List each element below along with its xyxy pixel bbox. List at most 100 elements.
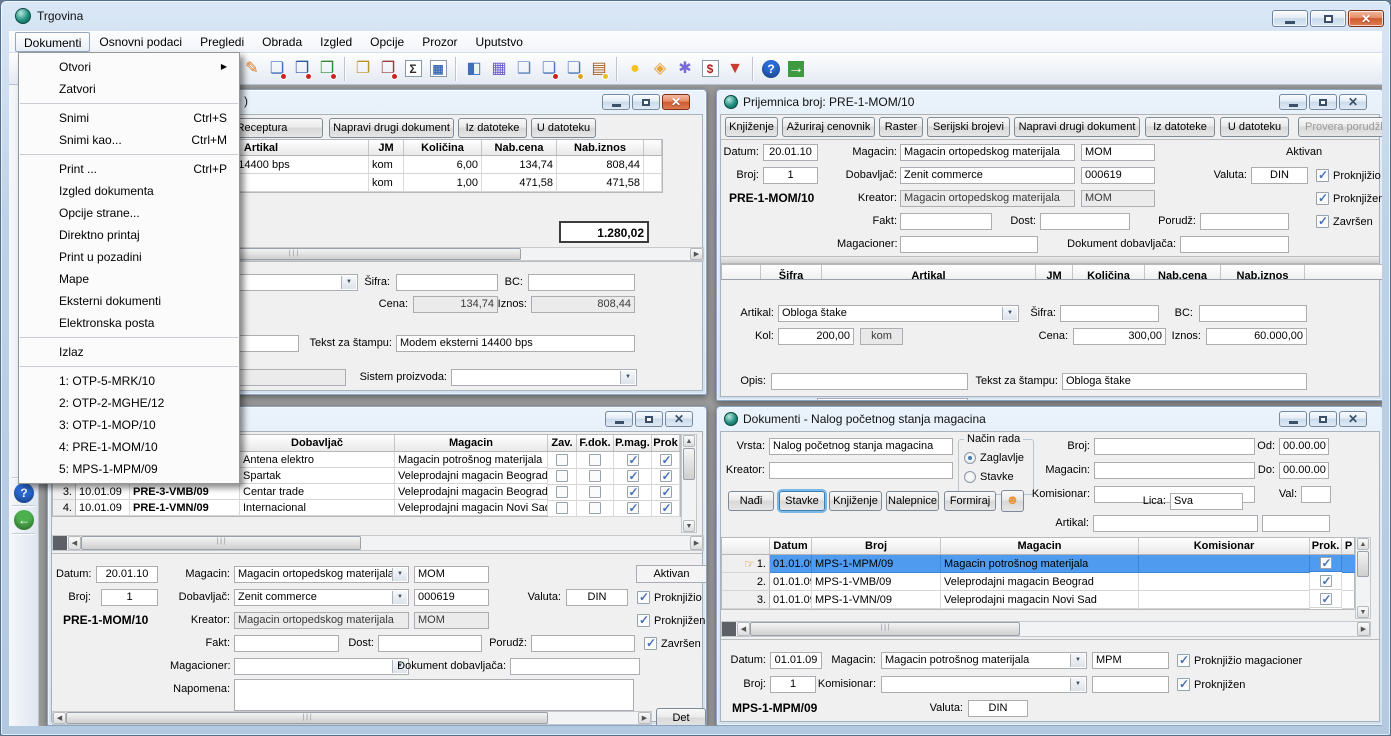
- copy-document-icon[interactable]: ❐: [351, 57, 375, 81]
- detalji-button[interactable]: Det: [656, 708, 706, 726]
- sistem-proizvoda-combo[interactable]: ▼: [451, 369, 637, 386]
- magacin-code-input[interactable]: MOM: [1081, 144, 1155, 161]
- porudz-input[interactable]: [531, 635, 635, 652]
- scroll-up-icon[interactable]: ▲: [1357, 538, 1369, 550]
- iz-datoteke-button[interactable]: Iz datoteke: [1145, 117, 1215, 137]
- dobavljac-code-input[interactable]: 000619: [414, 589, 489, 606]
- close-button[interactable]: ✕: [1339, 94, 1367, 110]
- datum-input[interactable]: 01.01.09: [770, 652, 822, 669]
- napravi-drugi-dokument-button[interactable]: Napravi drugi dokument: [329, 118, 454, 138]
- close-button[interactable]: ✕: [1348, 10, 1384, 27]
- row-checkbox[interactable]: [660, 470, 672, 482]
- magacioner-combo[interactable]: ▼: [234, 658, 409, 675]
- dost-input[interactable]: [378, 635, 482, 652]
- broj-input[interactable]: 1: [101, 589, 158, 606]
- scroll-right-icon[interactable]: ▶: [690, 536, 703, 550]
- dobavljac-input[interactable]: Zenit commerce: [900, 167, 1075, 184]
- splitter[interactable]: [721, 257, 1379, 264]
- menu-item-zatvori[interactable]: Zatvori: [19, 78, 239, 100]
- table-header[interactable]: ŠifraArtikalJMKoličinaNab.cenaNab.iznos: [722, 265, 1382, 280]
- menubar-item-uputstvo[interactable]: Uputstvo: [467, 32, 532, 52]
- magacin-input[interactable]: Magacin ortopedskog materijala: [900, 144, 1075, 161]
- scroll-up-icon[interactable]: ▲: [683, 435, 695, 447]
- kreator-input[interactable]: [769, 462, 953, 479]
- table-row[interactable]: 2.01.01.09MPS-1-VMB/09Veleprodajni magac…: [722, 573, 1354, 591]
- bc-input[interactable]: [1199, 305, 1307, 322]
- proknjizio-checkbox[interactable]: Proknjižio: [1316, 167, 1381, 184]
- row-checkbox[interactable]: [627, 502, 639, 514]
- row-checkbox[interactable]: [589, 454, 601, 466]
- artikal-combo[interactable]: Obloga štake▼: [778, 305, 1019, 322]
- menu-item-eksterni-dokumenti[interactable]: Eksterni dokumenti: [19, 290, 239, 312]
- row-checkbox[interactable]: [660, 454, 672, 466]
- u-datoteku-button[interactable]: U datoteku: [531, 118, 596, 138]
- provera-porudzbine-button[interactable]: Provera porudžbine: [1298, 117, 1382, 137]
- scroll-thumb[interactable]: [66, 712, 548, 724]
- invoice-icon[interactable]: $: [698, 57, 722, 81]
- restore-button[interactable]: [635, 411, 663, 427]
- u-datoteku-button[interactable]: U datoteku: [1220, 117, 1289, 137]
- row-checkbox[interactable]: [660, 486, 672, 498]
- tekst-za-stampu-input[interactable]: Obloga štake: [1062, 373, 1307, 390]
- gear-icon[interactable]: ✱: [673, 57, 697, 81]
- menu-item-print[interactable]: Print ...Ctrl+P: [19, 158, 239, 180]
- magacin-combo[interactable]: Magacin ortopedskog materijala▼: [234, 566, 409, 583]
- chevron-down-icon[interactable]: ▼: [392, 591, 407, 604]
- scroll-left-icon[interactable]: ◀: [68, 536, 81, 550]
- chevron-down-icon[interactable]: ▼: [1002, 307, 1017, 320]
- proknjizen-checkbox[interactable]: Proknjižen: [1316, 190, 1382, 207]
- sum-icon[interactable]: Σ: [401, 57, 425, 81]
- menu-item-5-mps-1-mpm-09[interactable]: 5: MPS-1-MPM/09: [19, 458, 239, 480]
- notebook-icon[interactable]: ▤: [587, 57, 611, 81]
- menubar-item-obrada[interactable]: Obrada: [253, 32, 311, 52]
- calendar-icon[interactable]: ▦: [426, 57, 450, 81]
- row-checkbox[interactable]: [589, 486, 601, 498]
- menu-item-print-u-pozadini[interactable]: Print u pozadini: [19, 246, 239, 268]
- val-input[interactable]: [1301, 486, 1331, 503]
- dobavljac-combo[interactable]: Zenit commerce▼: [234, 589, 409, 606]
- stavke-button[interactable]: Stavke: [779, 491, 825, 511]
- menubar-item-prozor[interactable]: Prozor: [413, 32, 466, 52]
- proknjizen-checkbox[interactable]: Proknjižen: [637, 612, 705, 629]
- lica-input[interactable]: Sva: [1170, 493, 1243, 510]
- row-checkbox[interactable]: [1320, 557, 1332, 569]
- help-icon[interactable]: ?: [759, 57, 783, 81]
- window-export-icon[interactable]: ❏: [537, 57, 561, 81]
- chevron-down-icon[interactable]: ▼: [1070, 654, 1085, 667]
- nalepnice-button[interactable]: Nalepnice: [886, 491, 939, 511]
- kol-input[interactable]: 200,00: [778, 328, 854, 345]
- row-checkbox[interactable]: [1320, 593, 1332, 605]
- artikal-input[interactable]: [1093, 515, 1258, 532]
- row-checkbox[interactable]: [627, 470, 639, 482]
- table-row[interactable]: 3.10.01.09PRE-3-VMB/09Centar tradeVelepr…: [53, 484, 680, 500]
- scroll-right-icon[interactable]: ▶: [1357, 622, 1370, 636]
- scroll-thumb[interactable]: [683, 448, 695, 480]
- sifra-input[interactable]: [1060, 305, 1159, 322]
- minimize-button[interactable]: [1279, 94, 1307, 110]
- chevron-down-icon[interactable]: ▼: [620, 371, 635, 384]
- magacin-code-input[interactable]: MOM: [414, 566, 489, 583]
- row-checkbox[interactable]: [660, 502, 672, 514]
- edit-document-icon[interactable]: ✎: [240, 57, 264, 81]
- raster-button[interactable]: Raster: [879, 117, 923, 137]
- table-row[interactable]: 4.10.01.09PRE-1-VMN/09InternacionalVelep…: [53, 500, 680, 516]
- menubar-item-pregledi[interactable]: Pregledi: [191, 32, 253, 52]
- copy-pages-icon[interactable]: ❑: [512, 57, 536, 81]
- row-checkbox[interactable]: [589, 502, 601, 514]
- table-row[interactable]: 3.01.01.09MPS-1-VMN/09Veleprodajni magac…: [722, 591, 1354, 609]
- menubar-item-osnovni-podaci[interactable]: Osnovni podaci: [90, 32, 191, 52]
- datum-input[interactable]: 20.01.10: [763, 144, 818, 161]
- exit-icon[interactable]: →: [784, 57, 808, 81]
- dokument-dobavljaca-input[interactable]: [1180, 236, 1289, 253]
- scroll-down-icon[interactable]: ▼: [1357, 606, 1369, 618]
- menubar-item-opcije[interactable]: Opcije: [361, 32, 413, 52]
- scroll-right-icon[interactable]: ▶: [638, 712, 651, 724]
- close-button[interactable]: ✕: [665, 411, 693, 427]
- save-all-icon[interactable]: ❒: [315, 57, 339, 81]
- dobavljac-code-input[interactable]: 000619: [1081, 167, 1155, 184]
- valuta-input[interactable]: DIN: [566, 589, 628, 606]
- datum-input[interactable]: 20.01.10: [96, 566, 158, 583]
- menu-item-snimi[interactable]: SnimiCtrl+S: [19, 107, 239, 129]
- scroll-down-icon[interactable]: ▼: [683, 520, 695, 532]
- broj-input[interactable]: 1: [770, 676, 816, 693]
